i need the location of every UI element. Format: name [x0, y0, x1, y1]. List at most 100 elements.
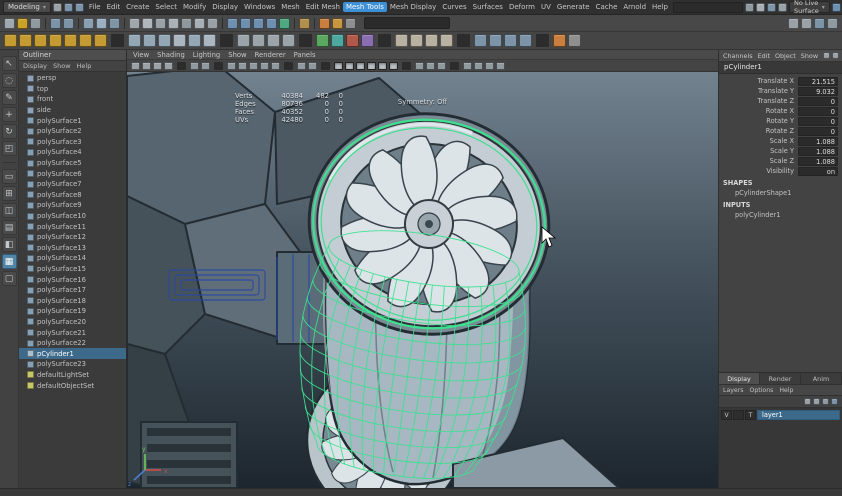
mask-dynamics-icon[interactable]	[194, 17, 205, 29]
bookmarks-icon[interactable]	[164, 61, 173, 70]
menu-item[interactable]: Arnold	[620, 2, 649, 12]
separator[interactable]	[214, 61, 223, 70]
uv-automatic-icon[interactable]	[504, 34, 517, 47]
isolate-select-icon[interactable]	[463, 61, 472, 70]
paint-select-tool[interactable]: ✎	[1, 90, 17, 105]
layer-row[interactable]: V T layer1	[719, 409, 842, 421]
outliner-item[interactable]: polySurface16	[19, 274, 126, 285]
menu-item[interactable]: Create	[123, 2, 152, 12]
open-scene-icon[interactable]	[17, 17, 28, 29]
select-tool[interactable]: ↖	[1, 56, 17, 71]
bridge-icon[interactable]	[158, 34, 171, 47]
outliner-item[interactable]: polySurface1	[19, 115, 126, 126]
outliner-item[interactable]: polySurface4	[19, 147, 126, 158]
coordinate-entry-field[interactable]	[364, 17, 450, 29]
smooth-shade-icon[interactable]	[345, 61, 354, 70]
menu-item[interactable]: Mesh Tools	[342, 2, 387, 12]
ipr-render-icon[interactable]	[332, 17, 343, 29]
lock-camera-icon[interactable]	[142, 61, 151, 70]
outliner-item[interactable]: polySurface23	[19, 359, 126, 370]
layer-tab[interactable]: Anim	[801, 373, 842, 384]
viewport-menu-item[interactable]: Panels	[294, 51, 316, 59]
depth-of-field-icon[interactable]	[437, 61, 446, 70]
move-layer-down-icon[interactable]	[813, 398, 820, 405]
layer-menu-item[interactable]: Layers	[723, 387, 743, 394]
four-pane-layout[interactable]: ⊞	[1, 186, 17, 201]
camera-attributes-icon[interactable]	[153, 61, 162, 70]
gamma-icon[interactable]	[496, 61, 505, 70]
layer-name[interactable]: layer1	[757, 410, 840, 420]
extrude-icon[interactable]	[128, 34, 141, 47]
outliner-item[interactable]: polySurface9	[19, 200, 126, 211]
make-live-icon[interactable]	[279, 17, 290, 29]
outliner-item[interactable]: persp	[19, 73, 126, 84]
channel-box-menu-item[interactable]: Object	[775, 52, 796, 60]
new-layer-from-selected-icon[interactable]	[831, 398, 838, 405]
poly-sphere-icon[interactable]	[4, 34, 17, 47]
outliner-item[interactable]: polySurface8	[19, 190, 126, 201]
menu-item[interactable]: Modify	[180, 2, 209, 12]
outliner-item[interactable]: polySurface19	[19, 306, 126, 317]
move-layer-up-icon[interactable]	[804, 398, 811, 405]
sculpt-knife-icon[interactable]	[440, 34, 453, 47]
undo-icon[interactable]	[50, 17, 61, 29]
separator[interactable]	[284, 61, 293, 70]
outliner-item[interactable]: polySurface20	[19, 317, 126, 328]
channel-value-field[interactable]: 1.088	[798, 146, 838, 156]
combine-icon[interactable]	[316, 34, 329, 47]
boolean-difference-icon[interactable]	[361, 34, 374, 47]
menu-item[interactable]: Deform	[506, 2, 538, 12]
outliner-item[interactable]: polySurface5	[19, 158, 126, 169]
render-settings-icon[interactable]	[345, 17, 356, 29]
menu-item[interactable]: Cache	[593, 2, 621, 12]
mask-deformations-icon[interactable]	[181, 17, 192, 29]
sculpt-smooth-icon[interactable]	[410, 34, 423, 47]
symmetry-icon[interactable]	[282, 34, 295, 47]
safe-action-icon[interactable]	[297, 61, 306, 70]
select-camera-icon[interactable]	[131, 61, 140, 70]
poly-torus-icon[interactable]	[64, 34, 77, 47]
viewport-menu-item[interactable]: Renderer	[255, 51, 286, 59]
mask-curves-icon[interactable]	[155, 17, 166, 29]
outliner-item[interactable]: polySurface14	[19, 253, 126, 264]
layer-menu-item[interactable]: Help	[779, 387, 793, 394]
channel-box-menu-item[interactable]: Show	[801, 52, 818, 60]
sidebar-tool-settings-icon[interactable]	[801, 17, 812, 29]
outliner-item[interactable]: polySurface12	[19, 232, 126, 243]
channel-value-field[interactable]: 1.088	[798, 156, 838, 166]
sidebar-channel-box-icon[interactable]	[814, 17, 825, 29]
target-weld-icon[interactable]	[188, 34, 201, 47]
outliner-item[interactable]: pCylinder1	[19, 348, 126, 360]
motion-blur-icon[interactable]	[415, 61, 424, 70]
render-icon[interactable]	[319, 17, 330, 29]
resolution-gate-icon[interactable]	[249, 61, 258, 70]
layer-playback-toggle[interactable]	[733, 410, 744, 420]
viewport-menu-item[interactable]: Show	[228, 51, 246, 59]
menu-item[interactable]: Surfaces	[470, 2, 506, 12]
channel-row[interactable]: Translate Z 0	[719, 96, 842, 106]
persp-outliner-layout[interactable]: ◫	[1, 203, 17, 218]
live-surface-selector[interactable]: No Live Surface ▾	[789, 0, 830, 15]
separator[interactable]	[450, 61, 459, 70]
uv-editor-icon[interactable]	[519, 34, 532, 47]
bevel-icon[interactable]	[143, 34, 156, 47]
outliner-item[interactable]: polySurface10	[19, 211, 126, 222]
separator[interactable]	[220, 34, 233, 47]
grid-icon[interactable]	[227, 61, 236, 70]
sculpt-grab-icon[interactable]	[395, 34, 408, 47]
save-scene-icon[interactable]	[52, 2, 62, 12]
channel-value-field[interactable]: 21.515	[798, 76, 838, 86]
poly-disc-icon[interactable]	[94, 34, 107, 47]
x-ray-icon[interactable]	[474, 61, 483, 70]
uv-persp-layout[interactable]: ◧	[1, 237, 17, 252]
layer-visibility-toggle[interactable]: V	[721, 410, 732, 420]
image-plane-icon[interactable]	[190, 61, 199, 70]
outliner-item[interactable]: top	[19, 84, 126, 95]
scale-tool[interactable]: ◰	[1, 141, 17, 156]
outliner-item[interactable]: polySurface11	[19, 221, 126, 232]
separator[interactable]	[78, 17, 79, 29]
channel-value-field[interactable]: 0	[798, 96, 838, 106]
symmetry-icon[interactable]	[831, 2, 841, 12]
outliner-item[interactable]: polySurface6	[19, 168, 126, 179]
time-slider-strip[interactable]	[0, 488, 842, 496]
